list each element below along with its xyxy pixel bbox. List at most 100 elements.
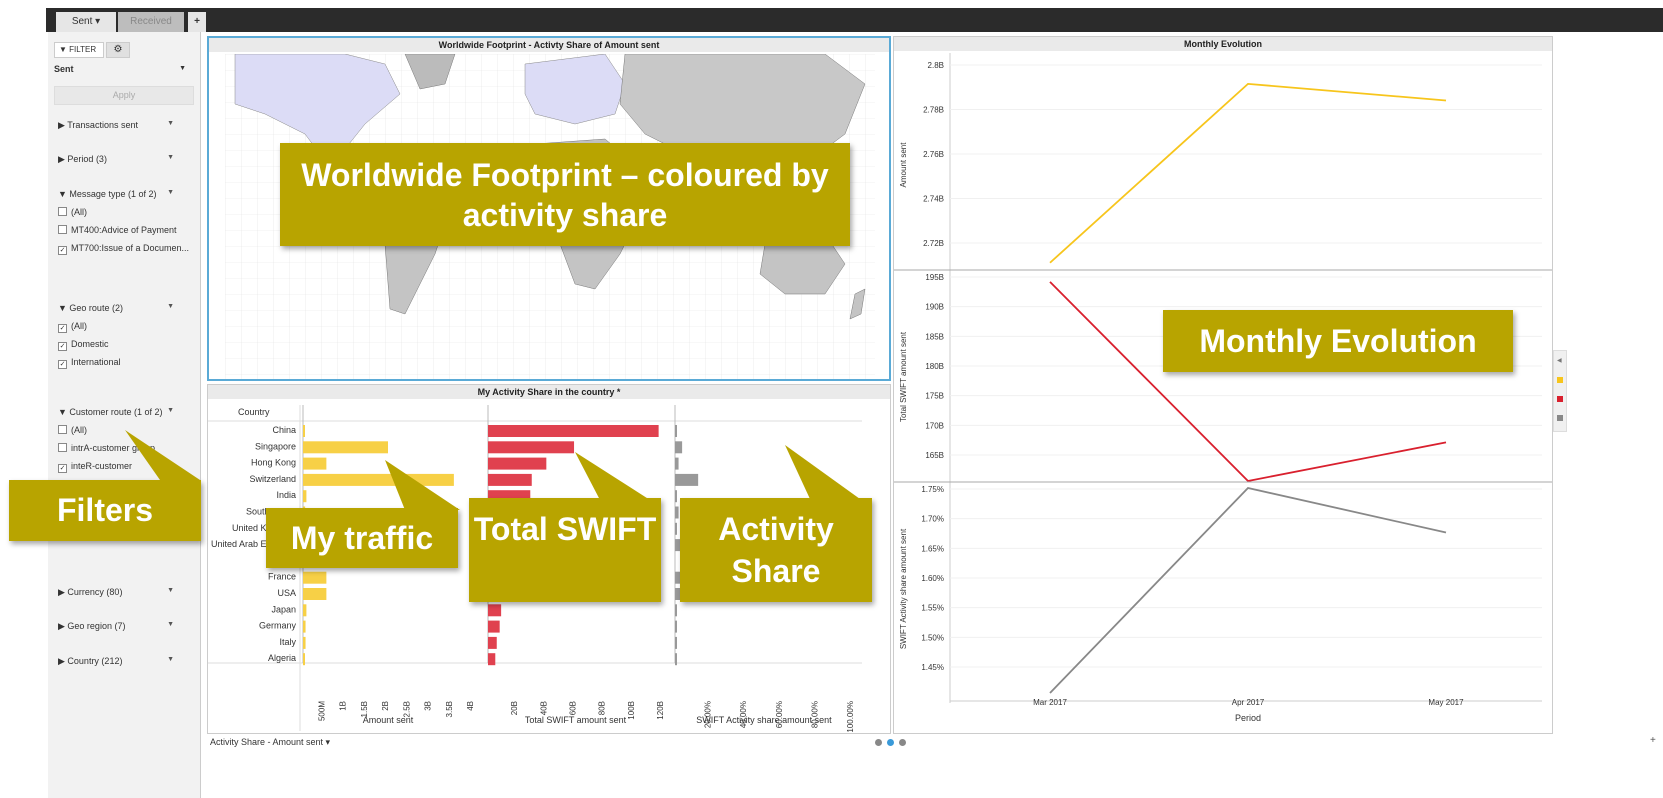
- section-message-type[interactable]: ▼ Message type (1 of 2) ▼: [58, 189, 188, 199]
- bar-mark[interactable]: [675, 620, 677, 633]
- bar-mark[interactable]: [675, 457, 679, 470]
- bar-mark[interactable]: [303, 653, 305, 666]
- section-geo-region[interactable]: ▶ Geo region (7) ▼: [58, 621, 188, 632]
- chevron-down-icon: ▼: [167, 189, 174, 196]
- bar-mark[interactable]: [675, 636, 677, 649]
- tick-label: 2.74B: [923, 195, 944, 204]
- bar-mark[interactable]: [488, 473, 532, 486]
- checkbox-mt-all[interactable]: (All): [58, 207, 87, 217]
- expand-arrow-icon: ▶: [58, 120, 68, 130]
- legend-swatch-my-traffic: [1557, 377, 1563, 383]
- tick-label: 1B: [339, 701, 348, 711]
- section-transactions-sent[interactable]: ▶ Transactions sent ▼: [58, 120, 188, 131]
- bar-mark[interactable]: [488, 653, 496, 666]
- bar-mark[interactable]: [303, 457, 327, 470]
- tick-label: 1.65%: [921, 544, 944, 553]
- tick-label: 100.00%: [846, 701, 855, 733]
- bar-mark[interactable]: [488, 636, 497, 649]
- monthly-evolution-panel[interactable]: Monthly Evolution 2.8B 2.78B 2.76B 2.74B 2.7…: [893, 36, 1553, 734]
- checkbox[interactable]: [58, 425, 67, 434]
- legend-swatch-total-swift: [1557, 396, 1563, 402]
- bar-mark[interactable]: [303, 441, 388, 454]
- tick-label: 500M: [317, 701, 326, 721]
- page-dot[interactable]: [899, 739, 906, 746]
- checkbox[interactable]: [58, 225, 67, 234]
- bar-mark[interactable]: [675, 522, 677, 535]
- bar-mark[interactable]: [488, 604, 502, 617]
- checkbox-label: International: [71, 357, 121, 367]
- collapse-legend-icon[interactable]: ◀: [1557, 357, 1562, 364]
- bar-mark[interactable]: [675, 653, 677, 666]
- bar-mark[interactable]: [303, 604, 307, 617]
- add-icon[interactable]: +: [1650, 735, 1656, 746]
- chart-legend[interactable]: ◀: [1553, 350, 1567, 432]
- tick-label: 190B: [925, 303, 944, 312]
- sent-selector[interactable]: Sent ▼: [54, 62, 192, 76]
- bar-mark[interactable]: [303, 588, 327, 600]
- tick-label: 1.50%: [921, 633, 944, 642]
- tick-label: 1.45%: [921, 663, 944, 672]
- checkbox-domestic[interactable]: ✓ Domestic: [58, 339, 109, 351]
- bar-mark[interactable]: [488, 457, 547, 470]
- page-dot-active[interactable]: [887, 739, 894, 746]
- section-label: Currency (80): [67, 587, 123, 597]
- bar-mark[interactable]: [675, 441, 683, 454]
- category-label: Italy: [279, 637, 296, 647]
- section-period[interactable]: ▶ Period (3) ▼: [58, 154, 188, 165]
- category-label: India: [276, 490, 296, 500]
- sheet-selector[interactable]: Activity Share - Amount sent ▾: [210, 737, 330, 748]
- checkbox-checked[interactable]: ✓: [58, 342, 67, 351]
- bar-mark[interactable]: [303, 620, 306, 633]
- bar-mark[interactable]: [488, 441, 575, 454]
- callout-my-traffic: My traffic: [266, 508, 458, 568]
- checkbox-checked[interactable]: ✓: [58, 464, 67, 473]
- filter-icon: ▼: [59, 45, 67, 54]
- section-customer-route[interactable]: ▼ Customer route (1 of 2) ▼: [58, 407, 188, 417]
- chevron-down-icon: ▼: [167, 407, 174, 414]
- x-tick-label: May 2017: [1428, 698, 1464, 707]
- filter-tab[interactable]: ▼ FILTER: [54, 42, 104, 58]
- checkbox-international[interactable]: ✓ International: [58, 357, 121, 369]
- checkbox-mt700[interactable]: ✓ MT700:Issue of a Documen...: [58, 243, 189, 255]
- checkbox-checked[interactable]: ✓: [58, 324, 67, 333]
- section-label: Geo region (7): [67, 621, 126, 631]
- checkbox-mt400[interactable]: MT400:Advice of Payment: [58, 225, 177, 235]
- checkbox-checked[interactable]: ✓: [58, 360, 67, 369]
- collapse-arrow-icon: ▼: [58, 407, 70, 417]
- checkbox-checked[interactable]: ✓: [58, 246, 67, 255]
- series-line[interactable]: [1049, 82, 1447, 264]
- expand-arrow-icon: ▶: [58, 587, 68, 597]
- category-label: USA: [277, 588, 296, 598]
- category-label: Switzerland: [249, 474, 296, 484]
- bar-mark[interactable]: [303, 425, 305, 437]
- category-label: Hong Kong: [251, 458, 296, 468]
- bar-mark[interactable]: [675, 604, 677, 617]
- bar-mark[interactable]: [675, 506, 679, 519]
- tab-sent[interactable]: Sent ▾: [56, 12, 116, 32]
- section-geo-route[interactable]: ▼ Geo route (2) ▼: [58, 303, 188, 313]
- bar-mark[interactable]: [303, 636, 306, 649]
- checkbox-customer-all[interactable]: (All): [58, 425, 87, 435]
- tick-label: 175B: [925, 392, 944, 401]
- bar-mark[interactable]: [675, 425, 677, 437]
- tab-received[interactable]: Received: [118, 12, 184, 32]
- chevron-down-icon: ▼: [179, 65, 186, 72]
- bar-mark[interactable]: [488, 620, 500, 633]
- section-country[interactable]: ▶ Country (212) ▼: [58, 656, 188, 667]
- page-dot[interactable]: [875, 739, 882, 746]
- apply-button[interactable]: Apply: [54, 86, 194, 105]
- bar-mark[interactable]: [675, 490, 677, 503]
- checkbox-geo-all[interactable]: ✓ (All): [58, 321, 87, 333]
- bar-mark[interactable]: [675, 473, 699, 486]
- section-currency[interactable]: ▶ Currency (80) ▼: [58, 587, 188, 598]
- monthly-evolution-chart[interactable]: 2.8B 2.78B 2.76B 2.74B 2.72B Amount sent 195B 1…: [894, 53, 1552, 733]
- axis-title: SWIFT Activity share amount sent: [696, 715, 832, 725]
- bar-mark[interactable]: [303, 490, 307, 503]
- section-label: Transactions sent: [67, 120, 138, 130]
- bar-mark[interactable]: [488, 425, 659, 437]
- add-tab-button[interactable]: +: [188, 12, 206, 32]
- gear-icon[interactable]: ⚙: [106, 42, 130, 58]
- bar-mark[interactable]: [303, 571, 327, 584]
- checkbox[interactable]: [58, 207, 67, 216]
- checkbox[interactable]: [58, 443, 67, 452]
